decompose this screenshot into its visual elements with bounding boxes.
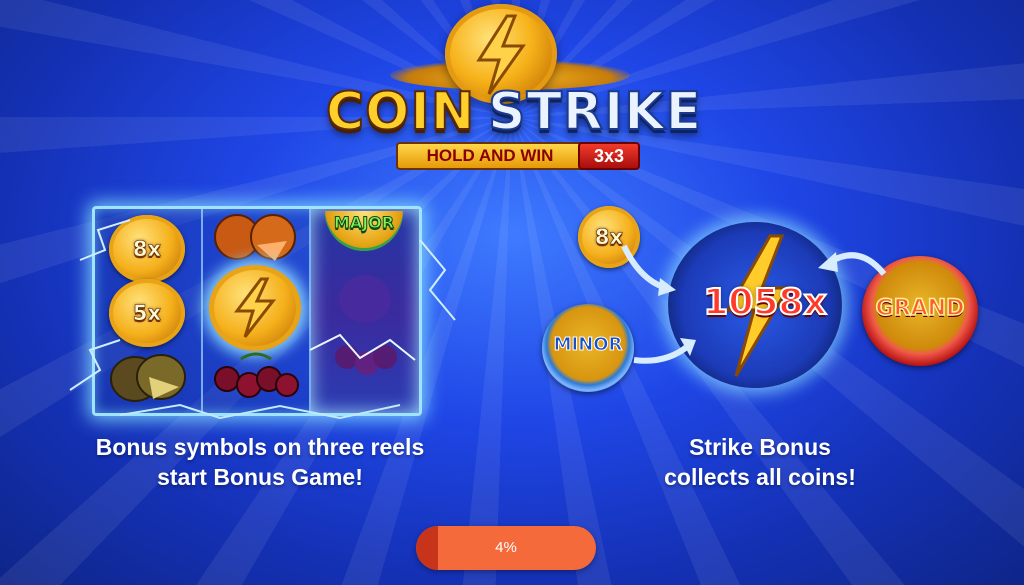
game-logo: COIN STRIKE HOLD AND WIN 3x3 — [310, 0, 710, 180]
reels-illustration: 8x 5x MAJOR — [92, 206, 422, 416]
right-caption-line2: collects all coins! — [664, 464, 856, 490]
right-caption-line1: Strike Bonus — [689, 434, 831, 460]
small-coin-label: 8x — [594, 225, 624, 250]
left-caption-line2: start Bonus Game! — [157, 464, 363, 490]
right-caption: Strike Bonus collects all coins! — [570, 432, 950, 492]
logo-subtitle: HOLD AND WIN — [396, 142, 584, 170]
logo-title-coin: COIN — [325, 81, 476, 143]
coin-multiplier-label: 8x — [132, 237, 162, 262]
orange-icon — [214, 214, 296, 261]
left-caption: Bonus symbols on three reels start Bonus… — [60, 432, 460, 492]
loading-progress-bar: 4% — [416, 526, 596, 570]
minor-label: MINOR — [553, 334, 623, 356]
melon-icon — [110, 354, 186, 402]
reel-3: MAJOR — [311, 209, 419, 413]
logo-title-strike: STRIKE — [487, 81, 703, 143]
bonus-strike-coin-icon — [209, 265, 301, 351]
coin-multiplier-label: 5x — [132, 301, 162, 326]
reel-2 — [203, 209, 311, 413]
bonus-multiplier: 1058x — [702, 281, 827, 324]
major-label: MAJOR — [333, 213, 395, 233]
logo-subtitle-badge: 3x3 — [578, 142, 640, 170]
reel-1: 8x 5x — [95, 209, 203, 413]
lightning-bolt-icon — [234, 277, 277, 338]
loading-progress-label: 4% — [495, 539, 517, 556]
plum-icon — [335, 275, 397, 375]
logo-title: COIN STRIKE — [320, 81, 710, 143]
coin-symbol: 8x — [109, 215, 185, 283]
small-coin-icon: 8x — [578, 206, 640, 268]
coin-symbol: 5x — [109, 279, 185, 347]
left-caption-line1: Bonus symbols on three reels — [95, 434, 425, 460]
grand-label: GRAND — [875, 295, 965, 322]
cherries-icon — [214, 352, 299, 398]
